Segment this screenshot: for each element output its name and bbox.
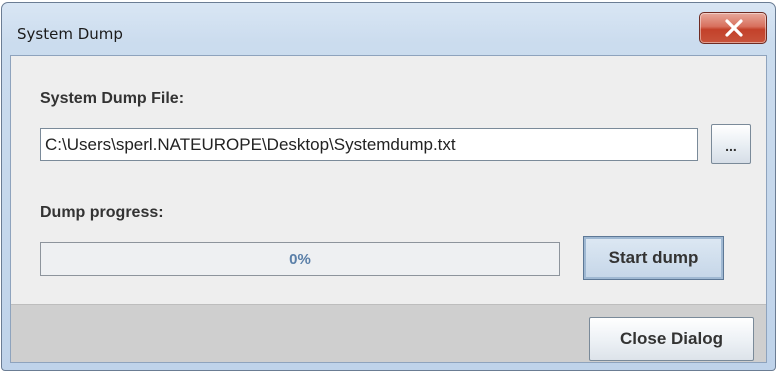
dialog-content: System Dump File: ... Dump progress: 0% … — [10, 55, 767, 363]
dump-progress-bar: 0% — [40, 242, 560, 276]
browse-button[interactable]: ... — [711, 124, 751, 164]
close-x-icon — [725, 19, 743, 37]
system-dump-window: System Dump System Dump File: ... Dump p… — [1, 2, 776, 371]
start-dump-button[interactable]: Start dump — [583, 236, 724, 280]
window-close-button[interactable] — [699, 12, 767, 44]
dialog-footer: Close Dialog — [11, 304, 766, 362]
title-bar[interactable]: System Dump — [2, 3, 775, 55]
file-label: System Dump File: — [40, 90, 185, 107]
progress-label: Dump progress: — [40, 204, 164, 221]
close-dialog-button[interactable]: Close Dialog — [589, 317, 754, 361]
window-title: System Dump — [17, 25, 123, 43]
file-path-input[interactable] — [40, 128, 698, 161]
progress-text: 0% — [289, 250, 311, 268]
